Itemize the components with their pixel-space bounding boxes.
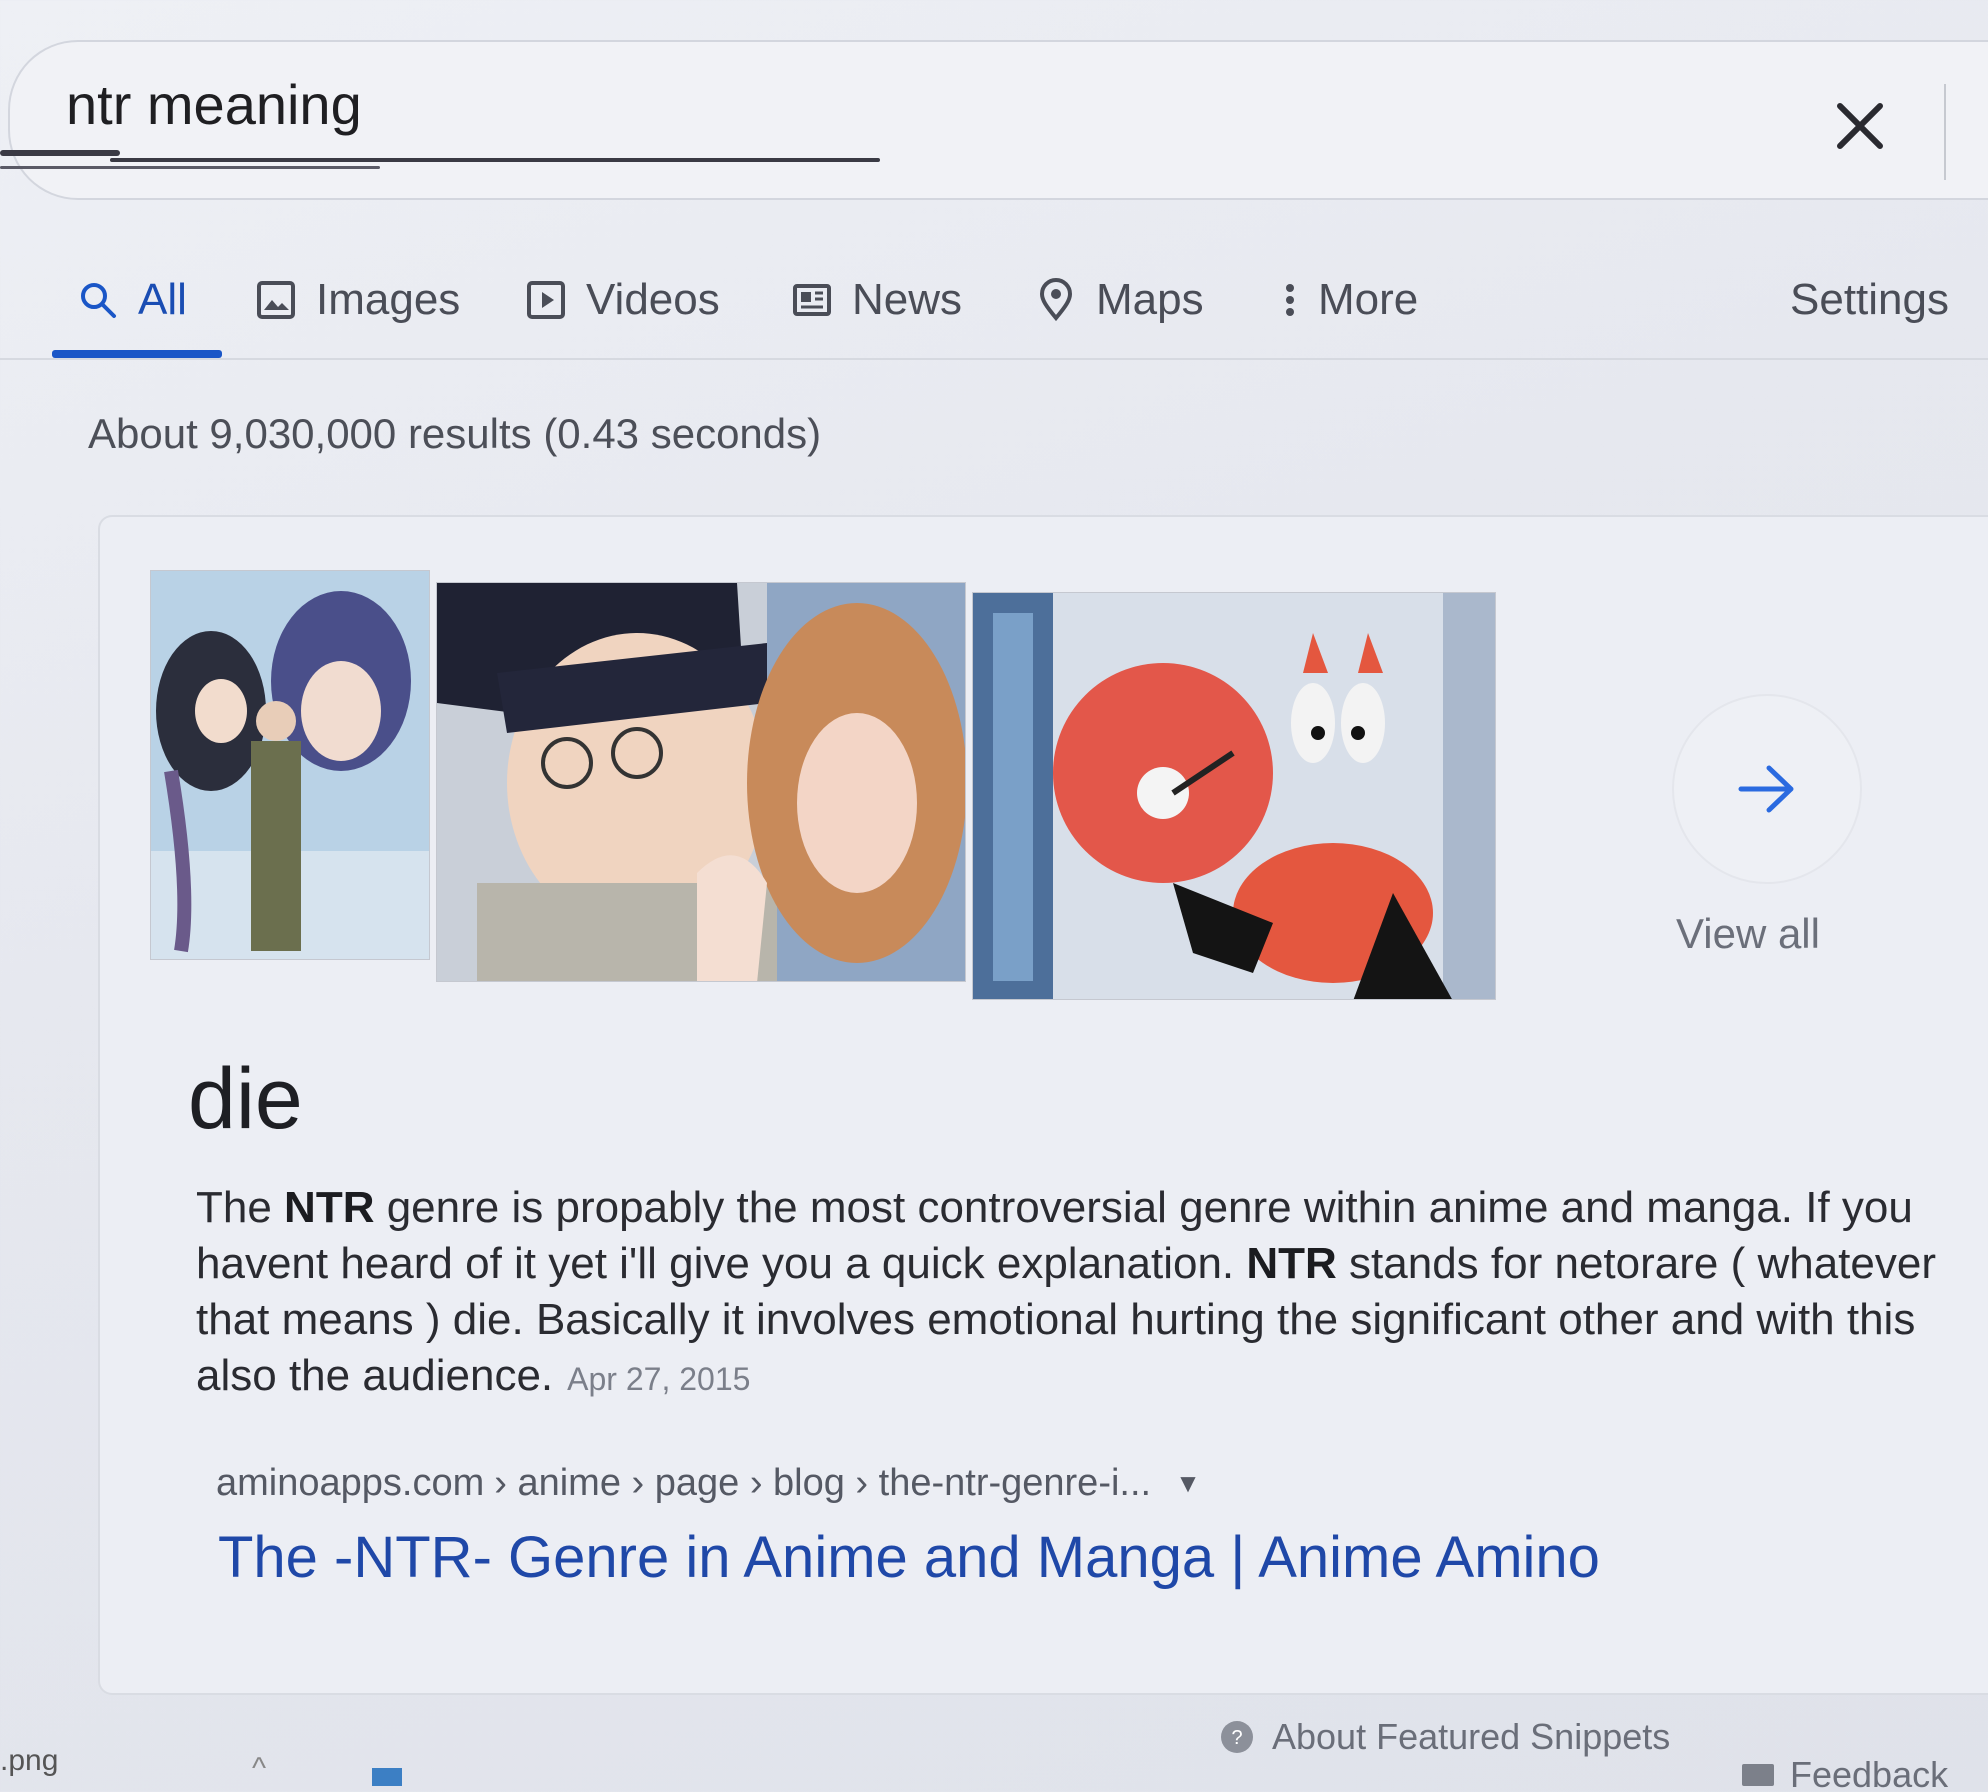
svg-text:?: ? [1231,1727,1242,1749]
about-featured-snippets-label: About Featured Snippets [1272,1716,1671,1757]
map-pin-icon [1034,278,1078,322]
view-all-button[interactable] [1672,694,1862,884]
arrow-right-icon [1738,765,1794,813]
result-stats: About 9,030,000 results (0.43 seconds) [88,410,822,457]
tab-news[interactable]: News [790,270,962,330]
tab-maps[interactable]: Maps [1034,270,1204,330]
tab-label: News [852,275,963,324]
result-title-link[interactable]: The -NTR- Genre in Anime and Manga | Ani… [218,1524,1600,1591]
settings-link[interactable]: Settings [1790,270,1949,330]
tab-label: Videos [586,275,720,324]
search-tabs: All Images Videos News Maps More Setting… [0,250,1988,360]
tab-label: All [138,275,187,324]
about-featured-snippets[interactable]: ? About Featured Snippets [1220,1716,1670,1758]
search-input[interactable]: ntr meaning [66,72,362,137]
chevron-up-icon[interactable]: ^ [252,1752,266,1786]
snippet-image-1[interactable] [150,570,430,960]
search-divider [1944,84,1946,180]
news-icon [790,278,834,322]
clear-search-button[interactable] [1826,92,1894,160]
snippet-image-3[interactable] [972,592,1496,1000]
snippet-text: The [196,1183,285,1232]
feedback-link[interactable]: Feedback [1740,1754,1948,1792]
view-all-label[interactable]: View all [1676,910,1820,958]
tab-images[interactable]: Images [254,270,460,330]
result-citation: aminoapps.com › anime › page › blog › th… [216,1462,1201,1505]
search-underline-decoration [0,148,890,178]
featured-snippet-text: The NTR genre is propably the most contr… [196,1180,1956,1407]
tab-label: Maps [1096,275,1204,324]
feedback-label: Feedback [1790,1754,1949,1792]
snippet-keyword: NTR [1246,1239,1337,1288]
image-icon [254,278,298,322]
close-icon [1837,103,1883,149]
snippet-keyword: NTR [284,1183,375,1232]
tab-label: Images [316,275,461,324]
tab-label: More [1318,275,1419,324]
video-icon [524,278,568,322]
tab-more[interactable]: More [1280,270,1418,330]
caret-down-icon[interactable]: ▼ [1175,1468,1201,1499]
tab-all[interactable]: All [76,270,187,330]
tab-videos[interactable]: Videos [524,270,720,330]
active-tab-indicator [52,350,222,358]
help-icon: ? [1221,1721,1253,1753]
citation-path: › anime › page › blog › the-ntr-genre-i.… [494,1462,1152,1504]
search-icon [76,278,120,322]
taskbar-app-icon[interactable] [372,1768,402,1786]
snippet-image-2[interactable] [436,582,966,982]
feedback-icon [1742,1764,1774,1786]
featured-answer: die [188,1051,303,1147]
snippet-date: Apr 27, 2015 [567,1361,751,1397]
taskbar-file-label: .png [0,1744,59,1777]
more-vert-icon [1280,278,1300,322]
citation-domain: aminoapps.com [216,1462,485,1504]
